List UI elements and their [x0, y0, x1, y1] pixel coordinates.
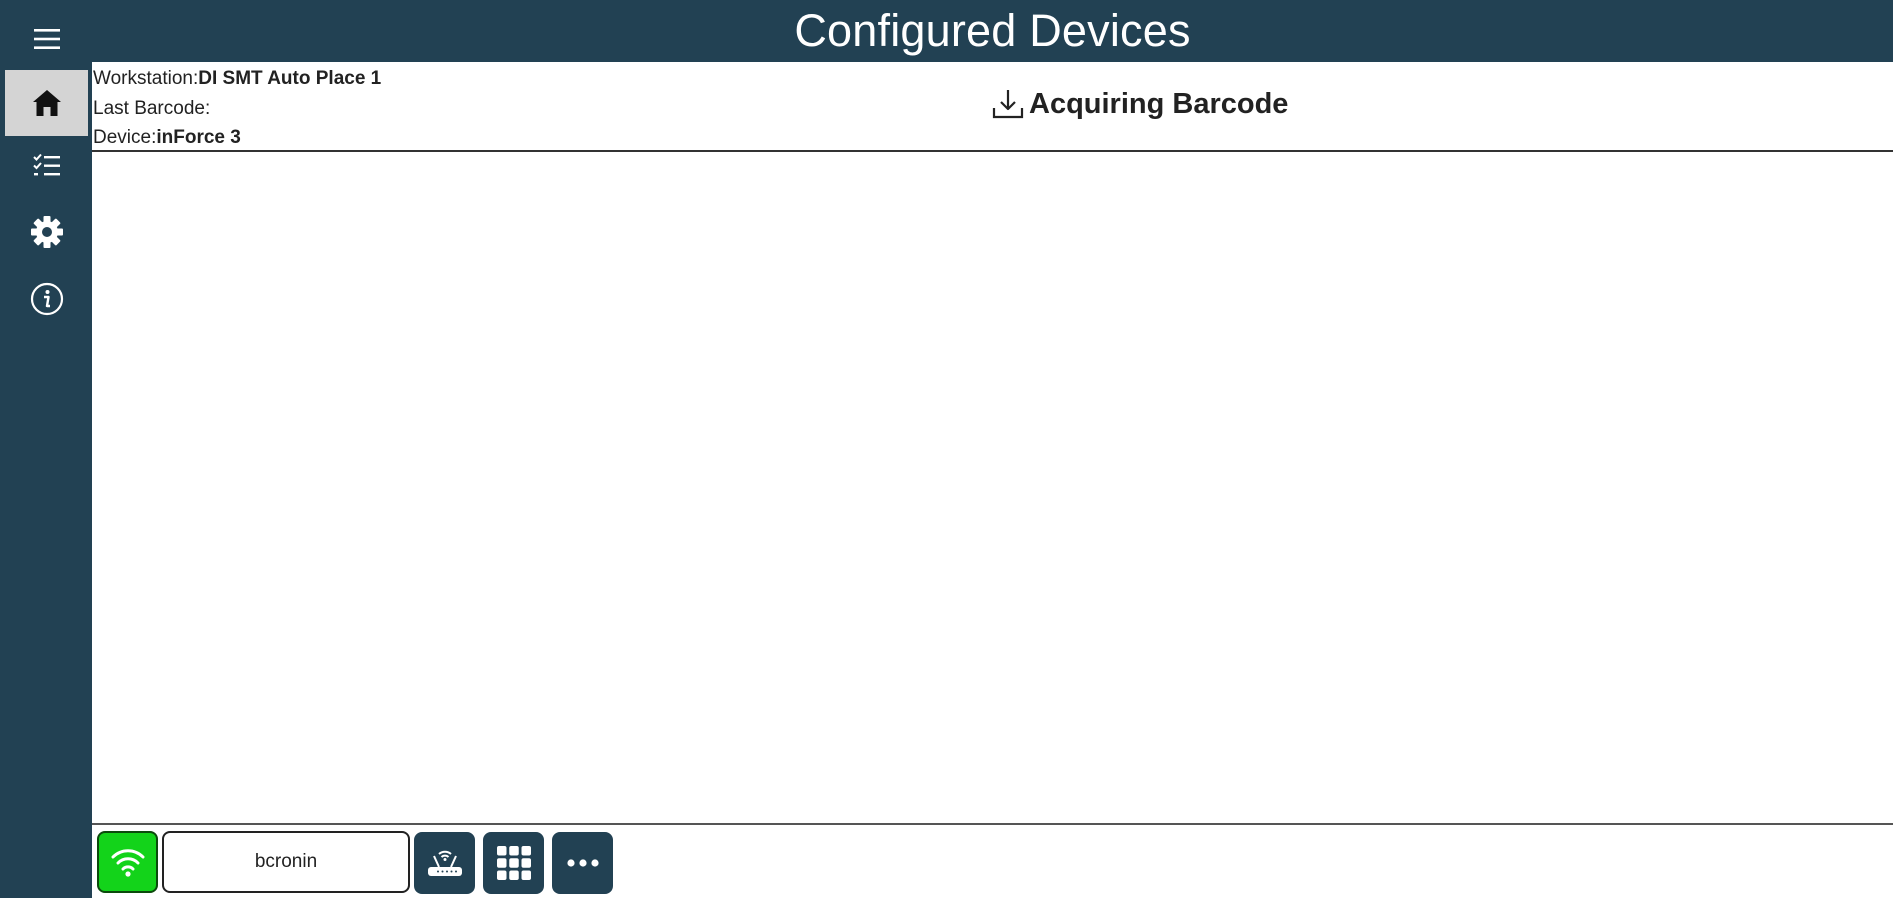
footer-divider [92, 823, 1893, 825]
username-display[interactable]: bcronin [162, 831, 410, 893]
checklist-icon [32, 153, 60, 176]
hamburger-menu-icon [33, 29, 60, 49]
more-horizontal-icon [566, 859, 599, 867]
sidebar-item-home[interactable] [5, 70, 88, 136]
grid-icon [496, 846, 531, 880]
status-text: Acquiring Barcode [1029, 87, 1289, 120]
more-options-button[interactable] [552, 832, 613, 894]
download-icon [992, 90, 1024, 119]
last-barcode-line: Last Barcode: [93, 98, 210, 120]
menu-button[interactable] [5, 7, 88, 71]
workstation-label: Workstation: [93, 68, 199, 89]
workstation-value: DI SMT Auto Place 1 [198, 68, 382, 89]
header: Configured Devices [92, 0, 1893, 62]
info-panel: Workstation:DI SMT Auto Place 1 Last Bar… [92, 62, 1893, 152]
wifi-status-button[interactable] [97, 831, 158, 893]
device-line: Device:inForce 3 [93, 127, 241, 149]
device-label: Device: [93, 127, 157, 148]
device-value: inForce 3 [156, 127, 241, 148]
sidebar-item-settings[interactable] [5, 199, 88, 265]
workstation-line: Workstation:DI SMT Auto Place 1 [93, 68, 381, 90]
gear-icon [30, 216, 63, 248]
status-indicator: Acquiring Barcode [991, 86, 1288, 122]
page-title: Configured Devices [794, 5, 1191, 56]
router-button[interactable] [414, 832, 475, 894]
wifi-icon [111, 849, 144, 877]
router-icon [427, 850, 462, 876]
keypad-button[interactable] [483, 832, 544, 894]
last-barcode-label: Last Barcode: [93, 98, 211, 119]
sidebar [0, 0, 92, 898]
info-icon [30, 282, 63, 316]
home-icon [32, 90, 61, 116]
sidebar-item-info[interactable] [5, 266, 88, 332]
username-text: bcronin [254, 851, 318, 872]
sidebar-item-tasks[interactable] [5, 133, 88, 199]
